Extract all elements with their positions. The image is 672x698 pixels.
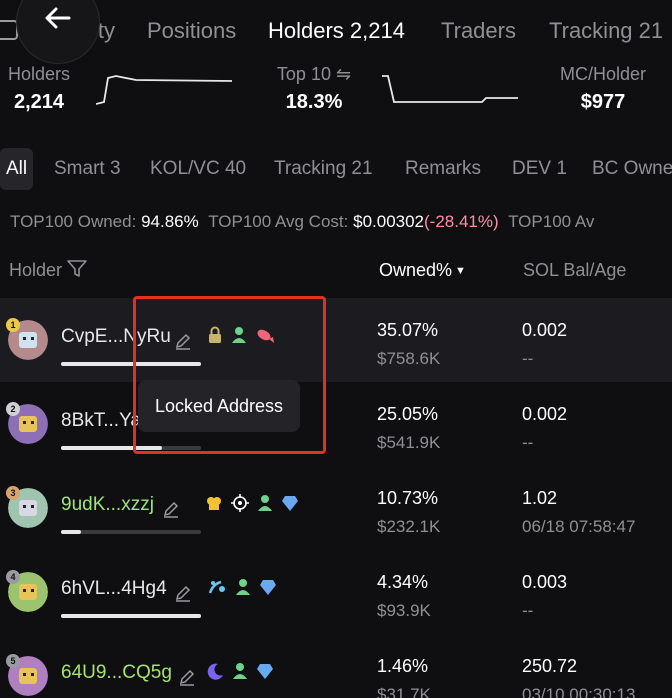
summary-trail: TOP100 Av	[508, 212, 595, 231]
rank-badge: 5	[6, 654, 20, 668]
diamond-icon	[257, 664, 273, 679]
sol-balance: 0.003	[522, 572, 568, 592]
user-icon	[236, 579, 250, 595]
rank-badge: 1	[6, 318, 20, 332]
owned-value: 94.86%	[141, 212, 199, 231]
owned-label: TOP100 Owned:	[10, 212, 137, 231]
tab-traders[interactable]: Traders	[441, 18, 516, 44]
holding-bar-fill	[61, 530, 81, 534]
top10-sparkline	[382, 75, 518, 103]
wallet-age: --	[522, 601, 534, 620]
stat-mc-value: $977	[580, 91, 626, 113]
tab-positions[interactable]: Positions	[147, 18, 236, 44]
top100-summary: TOP100 Owned: 94.86% TOP100 Avg Cost: $0…	[10, 212, 594, 232]
wallet-age: --	[522, 433, 534, 452]
chip-dev[interactable]: DEV 1	[502, 148, 577, 190]
stat-mc-holder: MC/Holder $977	[550, 64, 656, 114]
holder-header-label: Holder	[9, 260, 63, 280]
chip-all[interactable]: All	[0, 148, 34, 190]
holder-address[interactable]: 9udK...xzzj	[61, 494, 154, 516]
owned-percent: 25.05%	[377, 404, 439, 424]
holder-tags	[207, 578, 277, 596]
chip-kol-vc[interactable]: KOL/VC 40	[140, 148, 256, 190]
table-row[interactable]: 4 6hVL...4Hg4 4.34% $93.9K 0.003 --	[0, 550, 672, 634]
owned-column-header[interactable]: Owned% ▼	[379, 260, 466, 281]
stat-holders-value: 2,214	[13, 91, 65, 113]
rank-badge: 3	[6, 486, 20, 500]
avg-cost-change: (-28.41%)	[424, 212, 499, 231]
back-button[interactable]	[16, 0, 100, 64]
edit-icon[interactable]	[178, 668, 196, 686]
owned-value: $31.7K	[377, 685, 431, 698]
chef-hat-icon	[207, 497, 221, 510]
stat-holders: Holders 2,214	[2, 64, 76, 114]
chip-bc-owner[interactable]: BC Owne	[582, 148, 672, 190]
holding-bar-fill	[61, 614, 201, 618]
sol-column-header[interactable]: SOL Bal/Age	[523, 260, 626, 281]
sol-balance: 1.02	[522, 488, 558, 508]
edit-icon[interactable]	[174, 584, 192, 602]
stat-top10-value: 18.3%	[285, 91, 343, 113]
stat-top10-label[interactable]: Top 10 ⇋	[268, 64, 360, 85]
table-row[interactable]: 3 9udK...xzzj 10.73% $232.1K 1.02 06/18 …	[0, 466, 672, 550]
diamond-icon	[282, 496, 298, 511]
owned-header-label: Owned%	[379, 260, 453, 280]
diamond-icon	[260, 580, 276, 595]
sort-desc-icon: ▼	[455, 265, 466, 277]
edit-icon[interactable]	[162, 500, 180, 518]
moon-icon	[207, 663, 223, 680]
stat-holders-label: Holders	[7, 64, 71, 84]
sol-balance: 0.002	[522, 320, 568, 340]
table-row[interactable]: 2 8BkT...Ya 25.05% $541.9K 0.002 --	[0, 382, 672, 466]
owned-value: $232.1K	[377, 517, 441, 536]
holding-bar	[61, 614, 201, 618]
tab-tracking[interactable]: Tracking 21	[549, 18, 663, 44]
holder-tabs: vity Positions Holders 2,214 Traders Tra…	[0, 0, 672, 64]
holder-address[interactable]: 6hVL...4Hg4	[61, 578, 167, 600]
holders-sparkline	[96, 75, 232, 105]
splash-icon	[208, 580, 225, 594]
owned-percent: 35.07%	[377, 320, 439, 340]
filter-chips: All Smart 3 KOL/VC 40 Tracking 21 Remark…	[0, 148, 672, 190]
chip-smart[interactable]: Smart 3	[44, 148, 131, 190]
table-row[interactable]: 5 64U9...CQ5g 1.46% $31.7K 250.72 03/10 …	[0, 634, 672, 698]
chip-tracking[interactable]: Tracking 21	[264, 148, 383, 190]
stat-top10: Top 10 ⇋ 18.3%	[268, 64, 360, 114]
highlight-box	[133, 296, 326, 454]
owned-value: $93.9K	[377, 601, 431, 620]
owned-percent: 4.34%	[377, 572, 429, 592]
owned-value: $541.9K	[377, 433, 441, 452]
wallet-age: 06/18 07:58:47	[522, 517, 636, 536]
rank-badge: 4	[6, 570, 20, 584]
table-row[interactable]: 1 CvpE...NyRu 35.07% $758.6K 0.002 --	[0, 298, 672, 382]
holder-column-header[interactable]: Holder	[9, 260, 87, 281]
tab-holders[interactable]: Holders 2,214	[268, 18, 405, 44]
wallet-age: --	[522, 349, 534, 368]
sol-header-label: SOL Bal/Age	[523, 260, 627, 280]
arrow-left-icon	[45, 7, 71, 29]
holding-bar	[61, 530, 201, 534]
rank-badge: 2	[6, 402, 20, 416]
user-icon	[233, 663, 247, 679]
user-icon	[258, 495, 272, 511]
holder-tags	[206, 662, 274, 680]
holder-tags	[205, 494, 299, 512]
owned-percent: 1.46%	[377, 656, 429, 676]
stat-mc-label: MC/Holder	[559, 64, 647, 84]
owned-value: $758.6K	[377, 349, 441, 368]
avg-cost-label: TOP100 Avg Cost:	[208, 212, 349, 231]
avg-cost-value: $0.00302	[353, 212, 425, 231]
filter-icon[interactable]	[67, 260, 87, 278]
sol-balance: 0.002	[522, 404, 568, 424]
holder-address[interactable]: 8BkT...Ya	[61, 410, 141, 432]
sol-balance: 250.72	[522, 656, 578, 676]
chip-remarks[interactable]: Remarks	[395, 148, 491, 190]
target-icon	[231, 494, 249, 512]
wallet-age: 03/10 00:30:13	[522, 685, 636, 698]
owned-percent: 10.73%	[377, 488, 439, 508]
holder-address[interactable]: 64U9...CQ5g	[61, 662, 172, 684]
